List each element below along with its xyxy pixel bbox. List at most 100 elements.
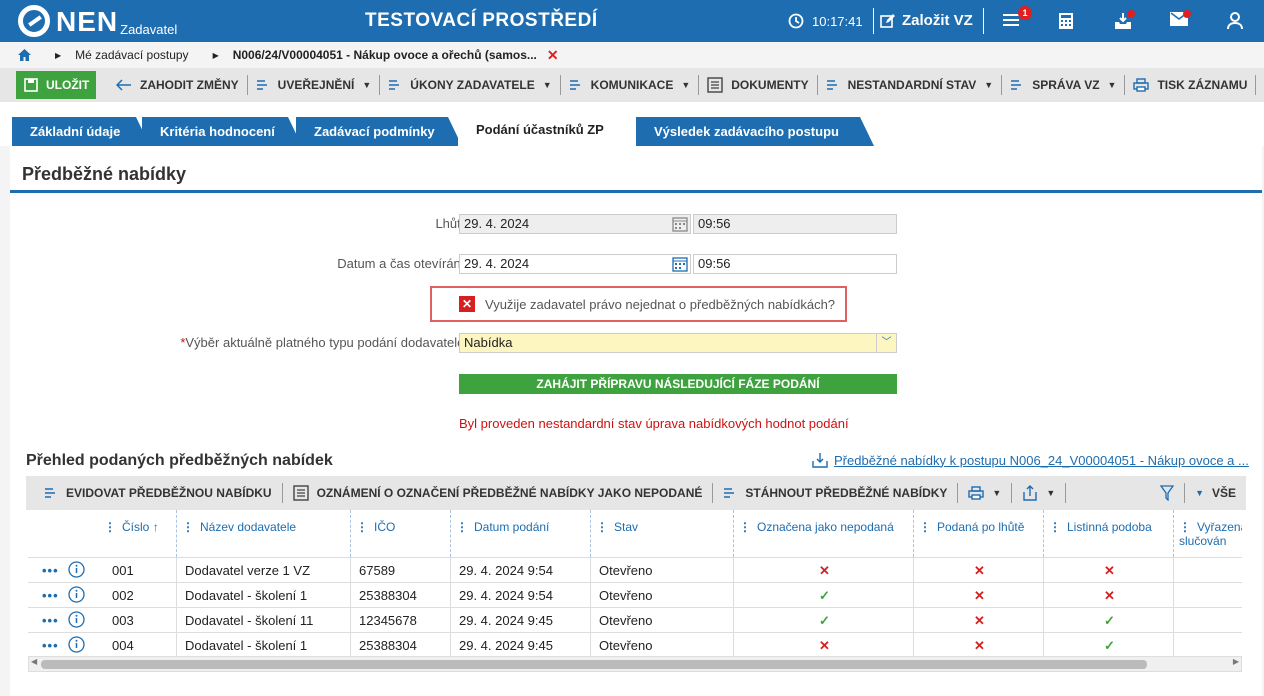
zalozit-vz-button[interactable]: Založit VZ [880, 12, 973, 29]
cell-divider [176, 608, 177, 633]
save-button[interactable]: ULOŽIT [16, 71, 96, 99]
column-header-cislo[interactable]: ⋮ Číslo ↑ [104, 510, 159, 557]
scroll-thumb[interactable] [41, 660, 1147, 669]
register-offer-button[interactable]: EVIDOVAT PŘEDBĚŽNOU NABÍDKU [34, 483, 283, 503]
cell-stav: Otevřeno [599, 613, 653, 628]
publish-menu[interactable]: UVEŘEJNĚNÍ ▼ [248, 75, 381, 95]
column-header-nepodana[interactable]: ⋮ Označena jako nepodaná [739, 510, 894, 557]
tab-zakladni-udaje[interactable]: Základní údaje [12, 117, 150, 146]
caret-down-icon: ▼ [362, 80, 372, 90]
export-menu-button[interactable]: ▼ [1012, 483, 1067, 503]
column-menu-icon[interactable]: ⋮ [356, 520, 368, 534]
column-header-stav[interactable]: ⋮ Stav [596, 510, 638, 557]
section-title: Předběžné nabídky [22, 164, 187, 184]
start-next-phase-button[interactable]: ZAHÁJIT PŘÍPRAVU NÁSLEDUJÍCÍ FÁZE PODÁNÍ [459, 374, 897, 394]
row-actions-icon[interactable]: ••• [42, 588, 59, 603]
column-label: Označena jako nepodaná [757, 520, 894, 534]
row-actions-icon[interactable]: ••• [42, 613, 59, 628]
print-record-button[interactable]: TISK ZÁZNAMU [1125, 75, 1257, 95]
breadcrumb-item-current[interactable]: N006/24/V00004051 - Nákup ovoce a ořechů… [233, 48, 537, 62]
column-menu-icon[interactable]: ⋮ [182, 520, 194, 534]
user-button[interactable] [1227, 12, 1243, 30]
cell-nepodana-mark: ✕ [819, 638, 830, 653]
column-header-ico[interactable]: ⋮ IČO [356, 510, 395, 557]
manage-vz-menu[interactable]: SPRÁVA VZ ▼ [1002, 75, 1126, 95]
info-icon[interactable] [68, 586, 85, 603]
cell-divider [350, 633, 351, 658]
column-header-po-lhute[interactable]: ⋮ Podaná po lhůtě [919, 510, 1024, 557]
column-header-listinna[interactable]: ⋮ Listinná podoba [1049, 510, 1152, 557]
acts-menu[interactable]: ÚKONY ZADAVATELE ▼ [380, 75, 561, 95]
cell-nazev: Dodavatel - školení 1 [185, 638, 308, 653]
nen-logo[interactable]: NEN Zadavatel [18, 5, 177, 37]
tab-zadavaci-podminky[interactable]: Zadávací podmínky [296, 117, 462, 146]
column-menu-icon[interactable]: ⋮ [739, 520, 751, 534]
tab-vysledek[interactable]: Výsledek zadávacího postupu [636, 117, 874, 146]
mark-not-submitted-button[interactable]: OZNÁMENÍ O OZNAČENÍ PŘEDBĚŽNÉ NABÍDKY JA… [283, 483, 714, 503]
column-menu-icon[interactable]: ⋮ [456, 520, 468, 534]
column-menu-icon[interactable]: ⋮ [104, 520, 116, 534]
row-actions-icon[interactable]: ••• [42, 563, 59, 578]
table-row[interactable]: ••• 001 Dodavatel verze 1 VZ 67589 29. 4. 20… [28, 557, 1242, 583]
breadcrumb-item-procedures[interactable]: Mé zadávací postupy [75, 48, 188, 62]
scroll-left-icon[interactable]: ◀ [31, 657, 37, 666]
view-all-label: VŠE [1211, 486, 1236, 500]
cell-divider [1173, 608, 1174, 633]
column-header-datum[interactable]: ⋮ Datum podání [456, 510, 549, 557]
list-action-icon [256, 80, 267, 90]
filter-button[interactable] [1150, 483, 1186, 503]
column-divider [450, 510, 451, 557]
submission-type-label: *Výběr aktuálně platného typu podání dod… [180, 335, 468, 350]
column-menu-icon[interactable]: ⋮ [919, 520, 931, 534]
column-header-nazev[interactable]: ⋮ Název dodavatele [182, 510, 296, 557]
table-row[interactable]: ••• 004 Dodavatel - školení 1 25388304 29. 4… [28, 632, 1242, 658]
column-menu-icon[interactable]: ⋮ [1049, 520, 1061, 534]
cell-nepodana-mark: ✕ [819, 563, 830, 578]
scroll-right-icon[interactable]: ▶ [1233, 657, 1239, 666]
row-actions-icon[interactable]: ••• [42, 638, 59, 653]
home-icon[interactable] [18, 49, 31, 61]
download-link-text: Předběžné nabídky k postupu N006_24_V000… [834, 452, 1249, 468]
info-icon[interactable] [68, 561, 85, 578]
cell-ico: 25388304 [359, 588, 417, 603]
calculator-button[interactable] [1058, 12, 1074, 30]
no-action-right-checkbox-row[interactable]: ✕ Využije zadavatel právo nejednat o pře… [430, 286, 847, 322]
logo-subtitle: Zadavatel [120, 22, 178, 37]
horizontal-scrollbar[interactable]: ◀ ▶ [28, 656, 1242, 672]
cell-cislo: 001 [112, 563, 134, 578]
cell-stav: Otevřeno [599, 588, 653, 603]
notification-badge: 1 [1018, 6, 1032, 20]
calendar-icon[interactable] [672, 256, 688, 272]
view-all-select[interactable]: ▼ VŠE [1185, 483, 1246, 503]
submission-type-select[interactable]: Nabídka ﹀ [459, 333, 897, 353]
documents-button[interactable]: DOKUMENTY [699, 75, 818, 95]
documents-label: DOKUMENTY [731, 78, 809, 92]
column-menu-icon[interactable]: ⋮ [596, 520, 608, 534]
cell-listinna-mark: ✕ [1104, 563, 1115, 578]
cell-datum: 29. 4. 2024 9:45 [459, 638, 553, 653]
discard-changes-button[interactable]: ZAHODIT ZMĚNY [108, 75, 248, 95]
info-icon[interactable] [68, 636, 85, 653]
no-action-right-label: Využije zadavatel právo nejednat o předb… [485, 296, 836, 312]
unchecked-x-icon[interactable]: ✕ [459, 296, 475, 312]
messages-dot [1183, 10, 1191, 18]
chevron-down-icon[interactable]: ﹀ [876, 334, 896, 352]
publish-label: UVEŘEJNĚNÍ [277, 78, 355, 92]
caret-down-icon: ▼ [681, 80, 691, 90]
opening-time-input[interactable]: 09:56 [693, 254, 897, 274]
table-row[interactable]: ••• 002 Dodavatel - školení 1 25388304 29. 4… [28, 582, 1242, 608]
info-icon[interactable] [68, 611, 85, 628]
print-menu-button[interactable]: ▼ [958, 483, 1013, 503]
column-header-vyrazena[interactable]: ⋮Vyřazena slučován [1179, 510, 1242, 557]
column-label: Název dodavatele [200, 520, 297, 534]
close-breadcrumb-icon[interactable]: ✕ [547, 47, 559, 64]
table-row[interactable]: ••• 003 Dodavatel - školení 11 12345678 29. … [28, 607, 1242, 633]
opening-date-input[interactable]: 29. 4. 2024 [459, 254, 691, 274]
download-offers-link[interactable]: Předběžné nabídky k postupu N006_24_V000… [812, 452, 1249, 468]
tab-kriteria-hodnoceni[interactable]: Kritéria hodnocení [142, 117, 302, 146]
communication-menu[interactable]: KOMUNIKACE ▼ [561, 75, 700, 95]
download-offers-button[interactable]: STÁHNOUT PŘEDBĚŽNÉ NABÍDKY [713, 483, 959, 503]
tab-podani-ucastniku[interactable]: Podání účastníků ZP [458, 114, 644, 146]
column-menu-icon[interactable]: ⋮ [1179, 520, 1191, 534]
nonstandard-state-menu[interactable]: NESTANDARDNÍ STAV ▼ [818, 75, 1003, 95]
